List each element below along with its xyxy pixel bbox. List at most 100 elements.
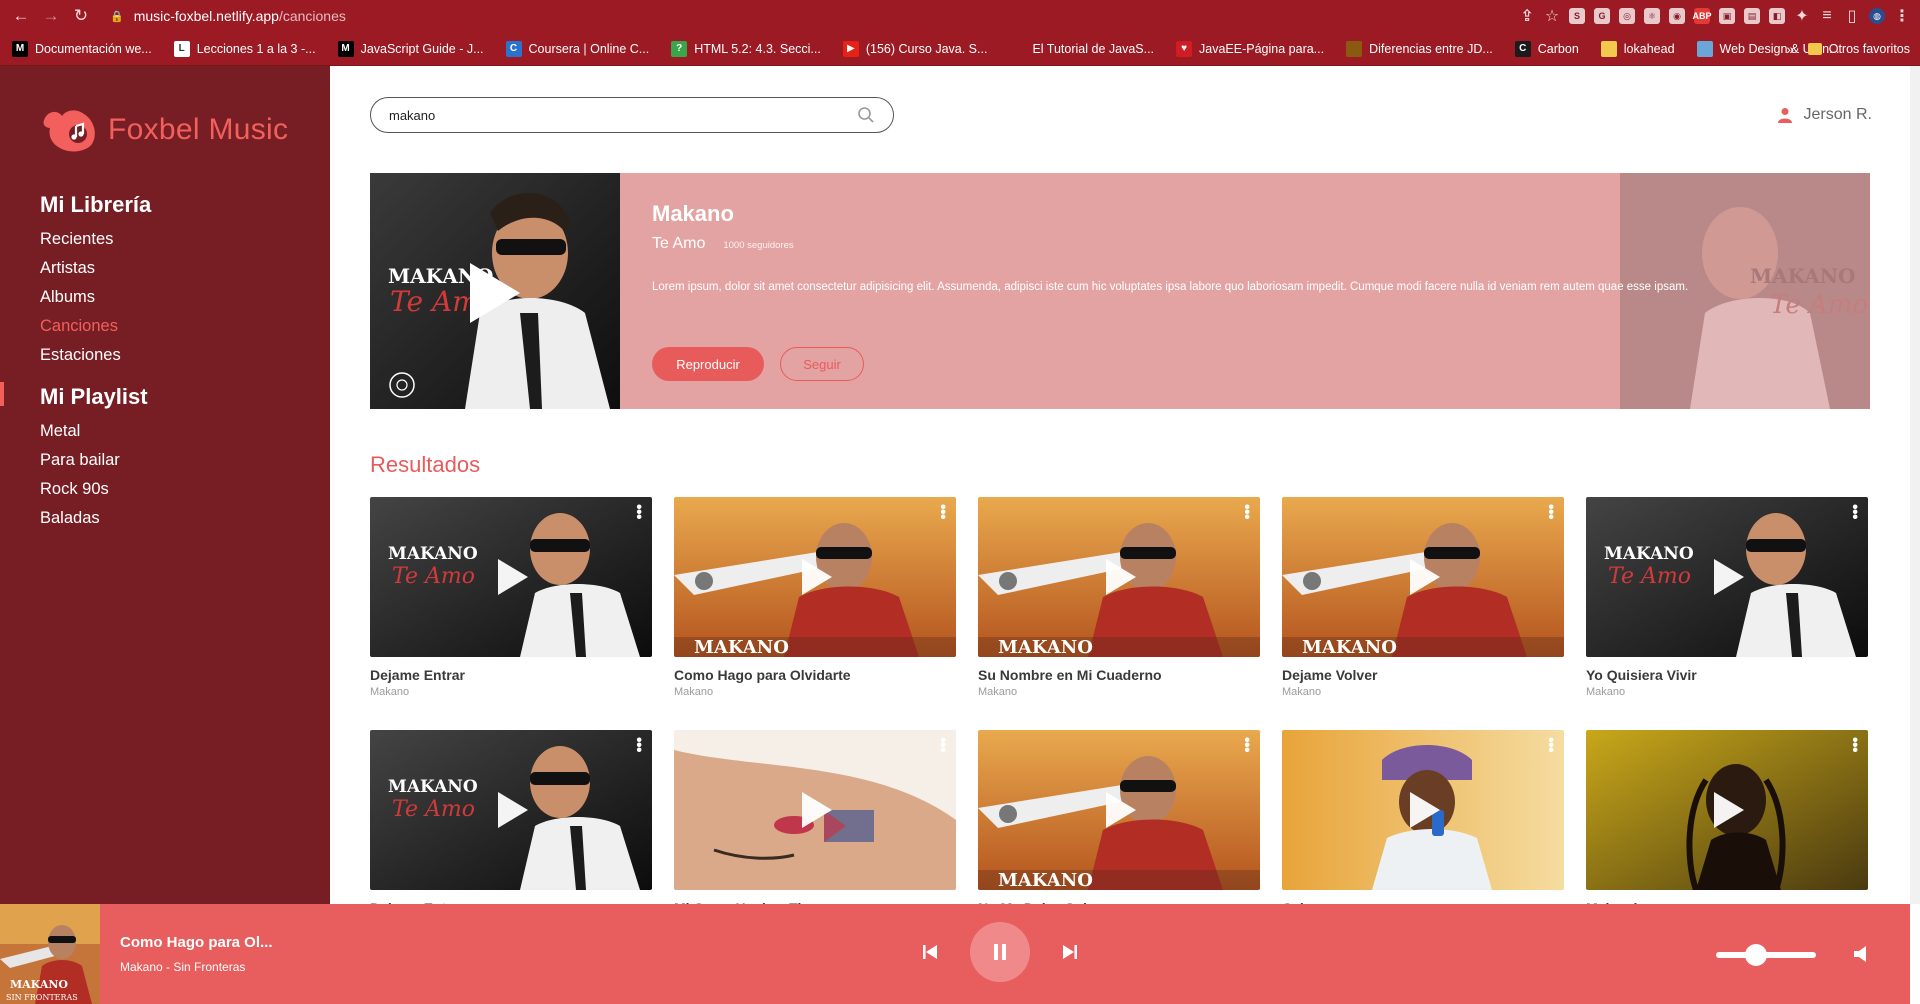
bookmark-item[interactable]: lokahead (1600, 40, 1675, 57)
extension-icon[interactable]: S (1569, 8, 1585, 24)
search-box[interactable] (370, 97, 894, 133)
song-card[interactable]: MAKANOTe Amo•••Dejame Entrar (370, 730, 652, 904)
album-art: MAKANO (978, 497, 1260, 657)
now-playing-cover[interactable]: MAKANO SIN FRONTERAS (0, 904, 100, 1004)
bookmark-label: lokahead (1623, 41, 1675, 56)
scrollbar[interactable] (1910, 66, 1920, 904)
sidebar-item-artistas[interactable]: Artistas (40, 259, 151, 278)
more-options-icon[interactable]: • • • (1244, 500, 1250, 526)
svg-text:MAKANO: MAKANO (998, 637, 1093, 657)
song-cover[interactable]: MAKANO Te Amo • • • (370, 730, 652, 890)
song-cover[interactable]: MAKANO Te Amo • • • (1586, 497, 1868, 657)
bookmark-label: El Tutorial de JavaS... (1032, 41, 1155, 56)
folder-icon (1807, 42, 1822, 55)
playlist-item[interactable]: Rock 90s (40, 480, 148, 499)
more-options-icon[interactable]: • • • (636, 733, 642, 759)
song-cover[interactable]: MAKANO Te Amo • • • (370, 497, 652, 657)
bookmark-favicon-icon (1346, 40, 1363, 57)
song-card[interactable]: MAKANO • • • Dejame Volver Makano (1282, 497, 1564, 698)
song-card[interactable]: •••Cabeza (1282, 730, 1564, 904)
sidebar-item-canciones[interactable]: Canciones (40, 317, 151, 336)
song-cover[interactable]: • • • (1282, 730, 1564, 890)
volume-icon[interactable] (1852, 944, 1872, 964)
bookmark-star-icon[interactable]: ☆ (1544, 8, 1560, 25)
side-panel-icon[interactable]: ▯ (1844, 8, 1860, 25)
song-card[interactable]: MAKANO Te Amo • • • Yo Quisiera Vivir Makano (1586, 497, 1868, 698)
more-options-icon[interactable]: • • • (1852, 500, 1858, 526)
extension-icon[interactable]: ◉ (1669, 8, 1685, 24)
song-cover[interactable]: MAKANO • • • (674, 497, 956, 657)
more-options-icon[interactable]: • • • (1548, 733, 1554, 759)
bookmark-item[interactable]: M Documentación we... (12, 40, 152, 57)
react-icon[interactable]: ⚛ (1644, 8, 1660, 24)
more-options-icon[interactable]: • • • (1244, 733, 1250, 759)
bookmark-label: Diferencias entre JD... (1369, 41, 1493, 56)
volume-knob[interactable] (1745, 944, 1767, 966)
next-icon[interactable] (1058, 940, 1082, 964)
adblock-icon[interactable]: ABP (1693, 8, 1712, 24)
song-card[interactable]: •••Makambo (1586, 730, 1868, 904)
song-cover[interactable]: MAKANO • • • (1282, 497, 1564, 657)
song-cover[interactable]: MAKANO • • • (978, 497, 1260, 657)
playlist-item[interactable]: Metal (40, 422, 148, 441)
share-icon[interactable]: ⇪ (1519, 8, 1535, 25)
song-card[interactable]: MAKANO•••No Me Dejes Solo (978, 730, 1260, 904)
song-card[interactable]: •••Mi Cama Huele a Ti (674, 730, 956, 904)
extension-icon[interactable]: ◎ (1619, 8, 1635, 24)
other-bookmarks[interactable]: Otros favoritos (1807, 42, 1910, 56)
more-options-icon[interactable]: • • • (636, 500, 642, 526)
previous-icon[interactable] (918, 940, 942, 964)
more-options-icon[interactable]: • • • (940, 733, 946, 759)
playlist-item[interactable]: Baladas (40, 509, 148, 528)
active-indicator (0, 382, 4, 406)
more-options-icon[interactable]: • • • (1852, 733, 1858, 759)
song-cover[interactable]: • • • (1586, 730, 1868, 890)
bookmark-item[interactable]: ▶ (156) Curso Java. S... (842, 40, 987, 57)
bookmark-item[interactable]: C Carbon (1514, 40, 1579, 57)
reload-icon[interactable]: ↻ (66, 0, 96, 32)
play-button[interactable]: Reproducir (652, 347, 764, 382)
back-icon[interactable]: ← (6, 0, 36, 32)
bookmark-item[interactable]: L Lecciones 1 a la 3 -... (173, 40, 316, 57)
profile-avatar[interactable]: ◍ (1869, 8, 1885, 24)
extension-icon[interactable]: ▤ (1744, 8, 1760, 24)
pause-button[interactable] (970, 922, 1030, 982)
search-input[interactable] (389, 107, 857, 123)
more-options-icon[interactable]: • • • (1548, 500, 1554, 526)
song-cover[interactable]: • • • (674, 730, 956, 890)
bookmark-item[interactable]: M JavaScript Guide - J... (337, 40, 484, 57)
sidebar-item-recientes[interactable]: Recientes (40, 230, 151, 249)
svg-text:SIN FRONTERAS: SIN FRONTERAS (6, 993, 78, 1002)
song-card[interactable]: MAKANO • • • Como Hago para Olvidarte Makano (674, 497, 956, 698)
song-cover[interactable]: MAKANO • • • (978, 730, 1260, 890)
more-bookmarks-icon[interactable]: » (1786, 41, 1794, 57)
search-icon[interactable] (857, 106, 875, 124)
translate-icon[interactable]: G (1594, 8, 1610, 24)
sidebar-item-albums[interactable]: Albums (40, 288, 151, 307)
bookmark-item[interactable]: El Tutorial de JavaS... (1009, 40, 1155, 57)
user-menu[interactable]: Jerson R. (1777, 106, 1872, 124)
sidebar-item-estaciones[interactable]: Estaciones (40, 346, 151, 365)
bookmark-item[interactable]: C Coursera | Online C... (505, 40, 649, 57)
library-section: Mi Librería Recientes Artistas Albums Canci… (40, 192, 151, 375)
playlist-item[interactable]: Para bailar (40, 451, 148, 470)
volume-slider[interactable] (1716, 944, 1816, 966)
forward-icon[interactable]: → (36, 0, 66, 32)
bookmark-item[interactable]: Diferencias entre JD... (1346, 40, 1493, 57)
reading-list-icon[interactable]: ≡ (1819, 7, 1835, 24)
extension-icon[interactable]: ▣ (1719, 8, 1735, 24)
logo[interactable]: Foxbel Music (40, 106, 288, 154)
follow-button[interactable]: Seguir (780, 347, 864, 382)
address-bar[interactable]: 🔒 music-foxbel.netlify.app/canciones (110, 3, 1500, 29)
featured-album-cover[interactable]: MAKANO Te Amo (370, 173, 620, 409)
bookmark-item[interactable]: ♥ JavaEE-Página para... (1176, 40, 1324, 57)
more-options-icon[interactable]: • • • (940, 500, 946, 526)
menu-icon[interactable]: ⋮ (1894, 8, 1910, 25)
bookmark-item[interactable]: ? HTML 5.2: 4.3. Secci... (671, 40, 821, 57)
song-title: Dejame Entrar (370, 667, 465, 683)
puzzle-icon[interactable]: ✦ (1794, 8, 1810, 25)
album-art: MAKANO (978, 730, 1260, 890)
video-icon[interactable]: ◧ (1769, 8, 1785, 24)
song-card[interactable]: MAKANO • • • Su Nombre en Mi Cuaderno Makano (978, 497, 1260, 698)
song-card[interactable]: MAKANO Te Amo • • • Dejame Entrar Makano (370, 497, 652, 698)
